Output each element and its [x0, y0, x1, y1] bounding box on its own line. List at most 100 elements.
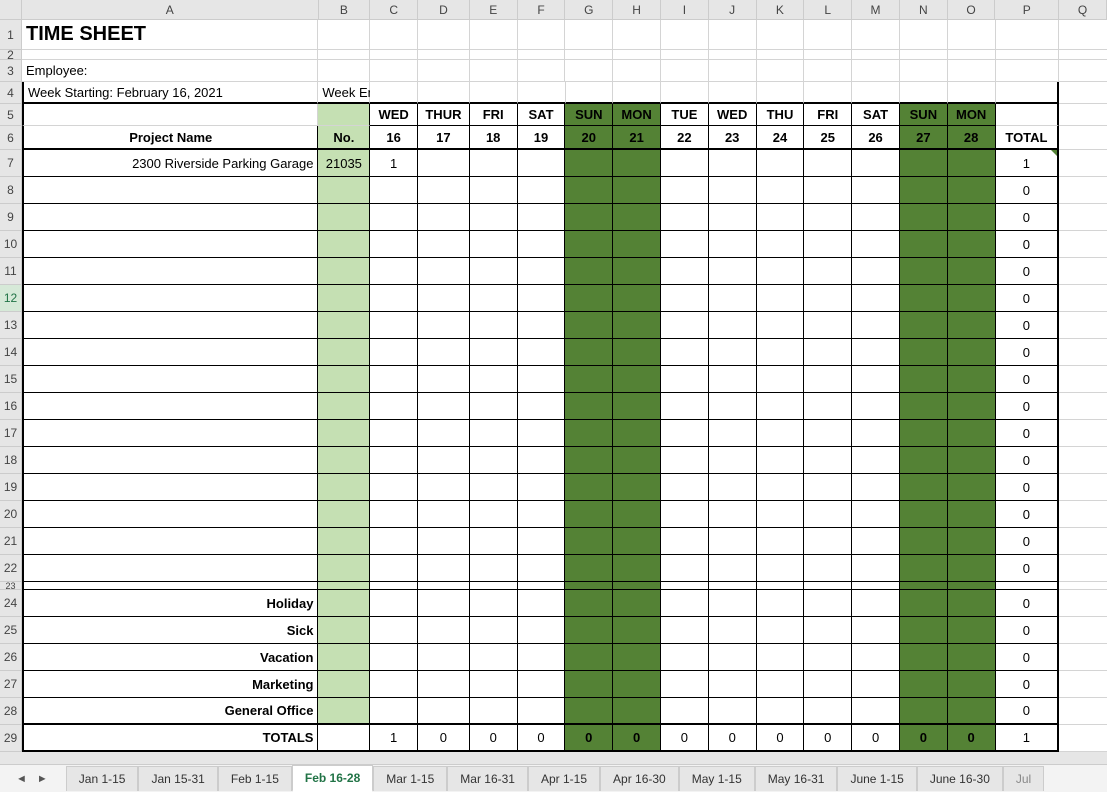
row-total-17[interactable]: 0	[996, 420, 1060, 447]
project-no-10[interactable]	[318, 231, 370, 258]
val-K-18[interactable]	[757, 447, 805, 474]
cell-Q-7[interactable]	[1059, 150, 1107, 177]
cell-L-26[interactable]	[804, 644, 852, 671]
cell-A-5[interactable]	[22, 104, 318, 126]
day-header-L[interactable]: FRI	[804, 104, 852, 126]
val-M-13[interactable]	[852, 312, 900, 339]
val-O-19[interactable]	[948, 474, 996, 501]
row-total-11[interactable]: 0	[996, 258, 1060, 285]
col-header-L[interactable]: L	[804, 0, 852, 19]
val-C-15[interactable]	[370, 366, 418, 393]
val-I-14[interactable]	[661, 339, 709, 366]
cell-Q-27[interactable]	[1059, 671, 1107, 698]
cell-Q-10[interactable]	[1059, 231, 1107, 258]
cell-I-27[interactable]	[661, 671, 709, 698]
val-M-19[interactable]	[852, 474, 900, 501]
date-header-L[interactable]: 25	[804, 126, 852, 150]
sheet-tab-5[interactable]: Mar 16-31	[447, 766, 528, 791]
val-E-7[interactable]	[470, 150, 518, 177]
cell-C-4[interactable]	[370, 82, 418, 104]
val-M-10[interactable]	[852, 231, 900, 258]
row-header-9[interactable]: 9	[0, 204, 22, 231]
cell-M-23[interactable]	[852, 582, 900, 590]
row-header-17[interactable]: 17	[0, 420, 22, 447]
row-total-8[interactable]: 0	[996, 177, 1060, 204]
val-M-7[interactable]	[852, 150, 900, 177]
val-F-16[interactable]	[518, 393, 566, 420]
col-header-F[interactable]: F	[518, 0, 566, 19]
cell-F-24[interactable]	[518, 590, 566, 617]
row-total-10[interactable]: 0	[996, 231, 1060, 258]
cell-N-3[interactable]	[900, 60, 948, 82]
col-header-A[interactable]: A	[22, 0, 319, 19]
cell-E-4[interactable]	[470, 82, 518, 104]
cell-D-28[interactable]	[418, 698, 470, 725]
row-header-6[interactable]: 6	[0, 126, 22, 150]
title-cell[interactable]: TIME SHEET	[22, 20, 318, 50]
cell-Q-13[interactable]	[1059, 312, 1107, 339]
val-H-12[interactable]	[613, 285, 661, 312]
cell-P-4[interactable]	[996, 82, 1060, 104]
val-H-22[interactable]	[613, 555, 661, 582]
cell-N-27[interactable]	[900, 671, 948, 698]
cell-Q-20[interactable]	[1059, 501, 1107, 528]
cat-total-25[interactable]: 0	[996, 617, 1060, 644]
row-header-11[interactable]: 11	[0, 258, 22, 285]
totals-L[interactable]: 0	[804, 725, 852, 752]
cell-E-26[interactable]	[470, 644, 518, 671]
project-no-9[interactable]	[318, 204, 370, 231]
cell-O-4[interactable]	[948, 82, 996, 104]
cell-K-25[interactable]	[757, 617, 805, 644]
cell-K-1[interactable]	[757, 20, 805, 50]
cell-M-1[interactable]	[852, 20, 900, 50]
cell-H-4[interactable]	[613, 82, 661, 104]
val-E-10[interactable]	[470, 231, 518, 258]
val-J-11[interactable]	[709, 258, 757, 285]
row-total-12[interactable]: 0	[996, 285, 1060, 312]
val-G-12[interactable]	[565, 285, 613, 312]
val-J-12[interactable]	[709, 285, 757, 312]
project-name-11[interactable]	[22, 258, 318, 285]
val-K-8[interactable]	[757, 177, 805, 204]
project-no-17[interactable]	[318, 420, 370, 447]
val-K-19[interactable]	[757, 474, 805, 501]
row-total-15[interactable]: 0	[996, 366, 1060, 393]
row-header-19[interactable]: 19	[0, 474, 22, 501]
cell-H-24[interactable]	[613, 590, 661, 617]
val-M-15[interactable]	[852, 366, 900, 393]
val-K-15[interactable]	[757, 366, 805, 393]
val-K-9[interactable]	[757, 204, 805, 231]
col-header-I[interactable]: I	[661, 0, 709, 19]
project-name-10[interactable]	[22, 231, 318, 258]
val-G-22[interactable]	[565, 555, 613, 582]
val-N-17[interactable]	[900, 420, 948, 447]
cell-O-24[interactable]	[948, 590, 996, 617]
val-G-7[interactable]	[565, 150, 613, 177]
val-D-20[interactable]	[418, 501, 470, 528]
val-O-14[interactable]	[948, 339, 996, 366]
val-G-8[interactable]	[565, 177, 613, 204]
cell-K-23[interactable]	[757, 582, 805, 590]
date-header-M[interactable]: 26	[852, 126, 900, 150]
cell-Q-18[interactable]	[1059, 447, 1107, 474]
project-name-8[interactable]	[22, 177, 318, 204]
col-header-P[interactable]: P	[995, 0, 1059, 19]
cell-I-25[interactable]	[661, 617, 709, 644]
project-no-13[interactable]	[318, 312, 370, 339]
employee-label[interactable]: Employee:	[22, 60, 318, 82]
val-G-10[interactable]	[565, 231, 613, 258]
val-K-12[interactable]	[757, 285, 805, 312]
sheet-tab-4[interactable]: Mar 1-15	[373, 766, 447, 791]
val-L-17[interactable]	[804, 420, 852, 447]
val-L-14[interactable]	[804, 339, 852, 366]
val-E-18[interactable]	[470, 447, 518, 474]
cell-M-25[interactable]	[852, 617, 900, 644]
val-O-12[interactable]	[948, 285, 996, 312]
val-O-21[interactable]	[948, 528, 996, 555]
cat-name-25[interactable]: Sick	[22, 617, 318, 644]
col-header-E[interactable]: E	[470, 0, 518, 19]
project-no-22[interactable]	[318, 555, 370, 582]
col-header-J[interactable]: J	[709, 0, 757, 19]
cell-L-24[interactable]	[804, 590, 852, 617]
val-J-21[interactable]	[709, 528, 757, 555]
